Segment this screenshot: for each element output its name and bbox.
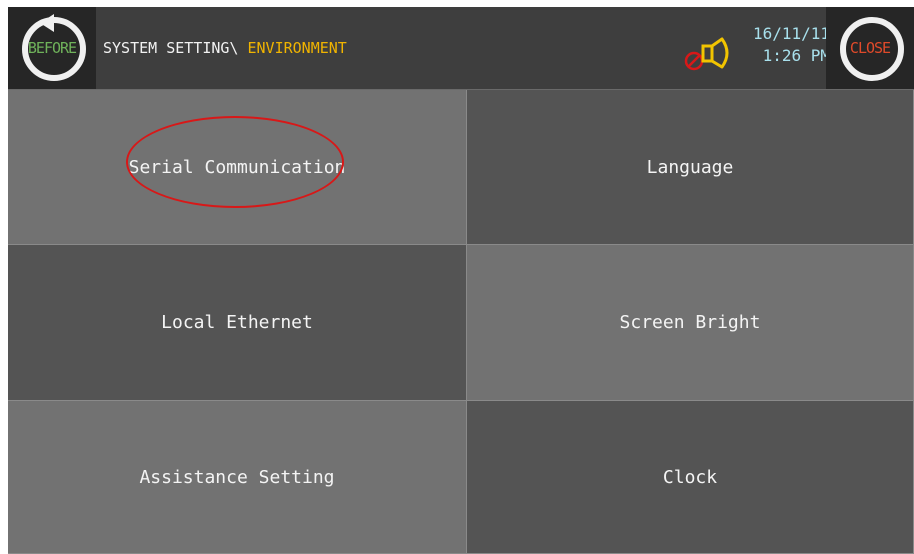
datetime-display: 16/11/11 1:26 PM bbox=[746, 23, 830, 67]
serial-communication-button[interactable]: Serial Communication bbox=[8, 90, 467, 245]
close-label: CLOSE bbox=[849, 39, 891, 57]
header-bar: BEFORE SYSTEM SETTING\ ENVIRONMENT 16/11… bbox=[8, 7, 914, 90]
assistance-setting-label: Assistance Setting bbox=[139, 466, 335, 488]
hmi-screen: BEFORE SYSTEM SETTING\ ENVIRONMENT 16/11… bbox=[8, 7, 914, 554]
before-button[interactable]: BEFORE bbox=[8, 7, 96, 89]
settings-grid: Serial Communication Language Local Ethe… bbox=[8, 90, 914, 554]
back-arrow-head-icon bbox=[40, 14, 54, 32]
breadcrumb: SYSTEM SETTING\ ENVIRONMENT bbox=[103, 38, 347, 58]
serial-communication-label: Serial Communication bbox=[128, 156, 346, 178]
language-button[interactable]: Language bbox=[467, 90, 914, 245]
date-text: 16/11/11 bbox=[752, 24, 830, 43]
close-button[interactable]: CLOSE bbox=[826, 7, 914, 89]
time-text: 1:26 PM bbox=[762, 46, 830, 65]
screen-bright-label: Screen Bright bbox=[619, 312, 761, 333]
breadcrumb-path: SYSTEM SETTING\ bbox=[103, 39, 239, 57]
language-label: Language bbox=[646, 156, 734, 178]
local-ethernet-button[interactable]: Local Ethernet bbox=[8, 245, 467, 401]
before-label: BEFORE bbox=[27, 39, 77, 57]
screen-bright-button[interactable]: Screen Bright bbox=[467, 245, 914, 401]
local-ethernet-label: Local Ethernet bbox=[161, 312, 313, 333]
assistance-setting-button[interactable]: Assistance Setting bbox=[8, 401, 467, 554]
buzzer-muted-icon[interactable] bbox=[682, 34, 742, 74]
breadcrumb-current: ENVIRONMENT bbox=[247, 39, 347, 57]
clock-button[interactable]: Clock bbox=[467, 401, 914, 554]
clock-label: Clock bbox=[662, 466, 718, 488]
